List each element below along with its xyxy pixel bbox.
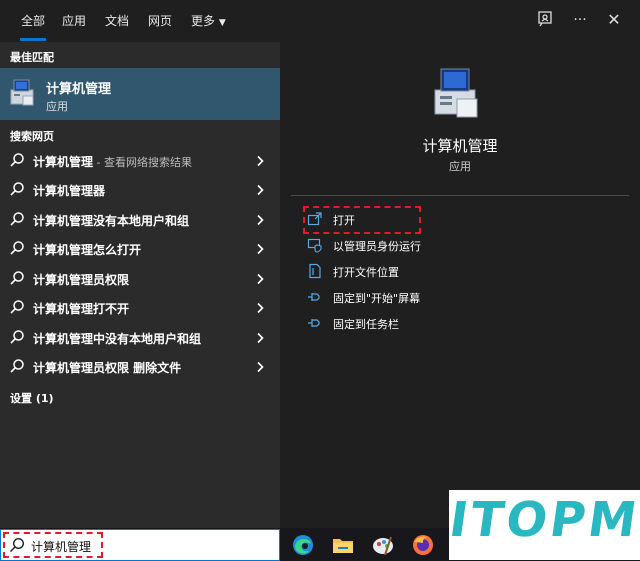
- tab-apps[interactable]: 应用: [62, 12, 86, 29]
- best-match-item[interactable]: 计算机管理 应用: [0, 68, 280, 120]
- web-result-label: 计算机管理打不开: [33, 302, 130, 316]
- search-icon: [10, 182, 24, 196]
- preview-pane: 计算机管理 应用 打开 以管理员身份运行 打开文件位置 固定到"开始"屏幕 固定…: [291, 42, 640, 528]
- chevron-down-icon: ▼: [218, 18, 226, 28]
- search-icon: [10, 330, 24, 344]
- web-result-label: 计算机管理: [33, 155, 94, 169]
- tab-documents[interactable]: 文档: [105, 12, 129, 29]
- chevron-right-icon: [257, 332, 264, 344]
- paint-icon[interactable]: [371, 533, 395, 557]
- app-subtitle: 应用: [449, 160, 471, 173]
- search-scope-bar: 全部 应用 文档 网页 更多 ▼ ··· ✕: [0, 0, 640, 42]
- divider: [291, 195, 629, 196]
- tab-more-label: 更多: [191, 14, 216, 28]
- chevron-right-icon: [257, 155, 264, 167]
- computer-management-icon: [9, 78, 37, 111]
- firefox-icon[interactable]: [411, 533, 435, 557]
- web-result-hint: - 查看网络搜索结果: [93, 156, 192, 169]
- file-location-icon: [309, 263, 321, 279]
- highlight-box: [3, 532, 103, 558]
- computer-management-large-icon: [431, 66, 483, 125]
- web-result-item[interactable]: 计算机管理器: [0, 176, 280, 205]
- feedback-icon[interactable]: [535, 10, 555, 30]
- watermark-logo: ITOPM: [446, 490, 640, 560]
- search-icon: [10, 212, 24, 226]
- search-icon: [10, 300, 24, 314]
- web-result-item[interactable]: 计算机管理员权限 删除文件: [0, 353, 280, 382]
- tab-more[interactable]: 更多 ▼: [191, 12, 226, 29]
- search-icon: [10, 359, 24, 373]
- web-result-item[interactable]: 计算机管理员权限: [0, 265, 280, 294]
- chevron-right-icon: [257, 184, 264, 196]
- action-pin-to-taskbar-label: 固定到任务栏: [333, 318, 399, 331]
- web-result-item[interactable]: 计算机管理没有本地用户和组: [0, 206, 280, 235]
- chevron-right-icon: [257, 361, 264, 373]
- best-match-subtitle: 应用: [46, 100, 68, 113]
- close-icon[interactable]: ✕: [604, 10, 624, 30]
- action-pin-to-start[interactable]: 固定到"开始"屏幕: [303, 287, 503, 309]
- action-open-file-location-label: 打开文件位置: [333, 266, 399, 279]
- web-result-label: 计算机管理中没有本地用户和组: [33, 332, 202, 346]
- settings-header[interactable]: 设置 (1): [10, 390, 54, 406]
- search-icon: [10, 271, 24, 285]
- action-run-as-admin-label: 以管理员身份运行: [333, 240, 421, 253]
- chevron-right-icon: [257, 243, 264, 255]
- tab-all[interactable]: 全部: [19, 12, 47, 41]
- web-result-item[interactable]: 计算机管理怎么打开: [0, 235, 280, 264]
- edge-icon[interactable]: [291, 533, 315, 557]
- best-match-title: 计算机管理: [46, 82, 112, 97]
- run-as-admin-icon: [307, 238, 322, 253]
- watermark-text: ITOPM: [445, 492, 640, 548]
- results-pane: 最佳匹配 计算机管理 应用 搜索网页 计算机管理 - 查看网络搜索结果 计算机管…: [0, 42, 280, 528]
- web-result-label: 计算机管理没有本地用户和组: [33, 214, 190, 228]
- pin-icon: [308, 319, 320, 327]
- file-explorer-icon[interactable]: [331, 533, 355, 557]
- action-pin-to-taskbar[interactable]: 固定到任务栏: [303, 313, 503, 335]
- search-icon: [10, 241, 24, 255]
- action-run-as-admin[interactable]: 以管理员身份运行: [303, 235, 503, 257]
- pin-icon: [308, 293, 320, 301]
- app-title: 计算机管理: [422, 137, 498, 155]
- search-icon: [10, 153, 24, 167]
- action-open-file-location[interactable]: 打开文件位置: [303, 261, 503, 283]
- web-result-item[interactable]: 计算机管理中没有本地用户和组: [0, 324, 280, 353]
- web-result-label: 计算机管理器: [33, 184, 106, 198]
- chevron-right-icon: [257, 302, 264, 314]
- more-options-icon[interactable]: ···: [570, 10, 590, 30]
- web-result-label: 计算机管理员权限: [33, 273, 130, 287]
- highlight-box: [303, 206, 421, 234]
- web-result-item[interactable]: 计算机管理打不开: [0, 294, 280, 323]
- tab-web[interactable]: 网页: [148, 12, 172, 29]
- action-pin-to-start-label: 固定到"开始"屏幕: [333, 292, 421, 305]
- web-result-label: 计算机管理怎么打开: [33, 243, 142, 257]
- chevron-right-icon: [257, 214, 264, 226]
- web-results-header: 搜索网页: [10, 130, 54, 143]
- best-match-header: 最佳匹配: [10, 51, 54, 64]
- web-result-item[interactable]: 计算机管理 - 查看网络搜索结果: [0, 147, 280, 176]
- chevron-right-icon: [257, 273, 264, 285]
- web-result-label: 计算机管理员权限 删除文件: [33, 361, 182, 375]
